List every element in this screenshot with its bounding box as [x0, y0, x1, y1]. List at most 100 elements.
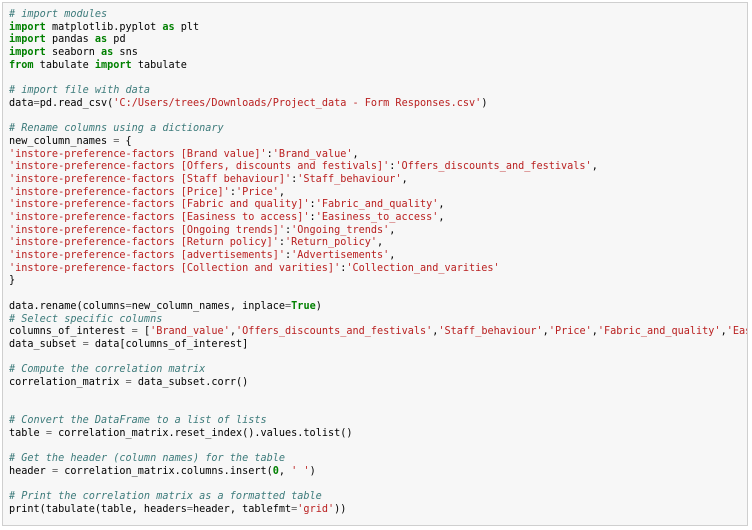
- code-token: ,: [278, 465, 292, 477]
- code-line: ​: [9, 72, 747, 85]
- code-token: columns_of_interest: [9, 326, 132, 338]
- code-token: ): [315, 300, 322, 312]
- code-line: table = correlation_matrix.reset_index()…: [9, 427, 747, 441]
- code-token: )): [334, 503, 347, 515]
- code-token: data_subset: [9, 338, 83, 350]
- code-editor[interactable]: # import modules import matplotlib.pyplot…: [9, 9, 747, 517]
- code-token: tabulate: [33, 59, 95, 71]
- code-line: ​: [9, 478, 747, 491]
- code-token: ,: [377, 237, 384, 249]
- code-token: correlation_matrix.columns.insert(: [58, 465, 273, 477]
- code-token: 'C:/Users/trees/Downloads/Project_data -…: [113, 97, 482, 109]
- code-token: ,: [389, 224, 396, 236]
- code-token: 'instore-preference-factors [Return poli…: [9, 237, 279, 249]
- code-token: ,: [352, 148, 359, 160]
- code-line: new_column_names = {: [9, 135, 747, 149]
- code-token: ): [309, 465, 316, 477]
- code-token: import: [9, 21, 46, 33]
- code-line: # Select specific columns: [9, 313, 747, 327]
- code-line: data_subset = data[columns_of_interest]: [9, 338, 747, 352]
- code-line: 'instore-preference-factors [Return poli…: [9, 237, 747, 250]
- code-token: 'Collection_and_varities': [346, 262, 500, 274]
- code-token: import: [9, 34, 46, 46]
- code-line: 'instore-preference-factors [Fabric and …: [9, 199, 747, 212]
- code-token: data: [9, 97, 34, 109]
- code-token: 'Price': [235, 186, 279, 198]
- code-token: ): [481, 97, 488, 109]
- code-token: 'Offers_discounts_and_festivals': [395, 161, 592, 173]
- code-token: from: [9, 59, 34, 71]
- code-token: ,: [438, 199, 445, 211]
- code-token: # Select specific columns: [9, 313, 163, 325]
- code-line: 'instore-preference-factors [advertiseme…: [9, 250, 747, 263]
- code-token: import: [9, 47, 46, 59]
- code-line: 'instore-preference-factors [Price]':'Pr…: [9, 186, 747, 200]
- code-token: data_subset.corr(): [131, 376, 249, 388]
- code-line: 'instore-preference-factors [Offers, dis…: [9, 161, 747, 174]
- code-token: 'instore-preference-factors [Easiness to…: [9, 212, 310, 223]
- code-token: 'Offers_discounts_and_festivals': [235, 326, 433, 338]
- code-token: print(tabulate(table, headers: [9, 503, 187, 515]
- code-token: 'grid': [297, 503, 335, 515]
- code-token: ' ': [291, 465, 310, 477]
- code-token: }: [9, 275, 16, 287]
- code-token: 'instore-preference-factors [Offers, dis…: [9, 161, 390, 173]
- code-token: correlation_matrix: [9, 376, 126, 388]
- code-token: ,: [278, 186, 286, 198]
- code-token: 'Ongoing_trends': [291, 224, 390, 236]
- code-token: pandas: [45, 34, 95, 46]
- code-token: import: [94, 59, 132, 71]
- code-token: plt: [174, 21, 200, 33]
- code-line: data.rename(columns=new_column_names, in…: [9, 300, 747, 314]
- code-line: 'instore-preference-factors [Staff behav…: [9, 173, 747, 187]
- code-token: sns: [113, 47, 138, 59]
- code-token: ,: [591, 161, 598, 173]
- code-token: 'instore-preference-factors [Brand value…: [9, 148, 267, 160]
- code-line: from tabulate import tabulate: [9, 59, 747, 73]
- code-token: {: [119, 135, 132, 147]
- code-line: # Print the correlation matrix as a form…: [9, 491, 747, 504]
- code-token: tabulate: [131, 59, 187, 71]
- code-token: 'instore-preference-factors [Fabric and …: [9, 199, 310, 211]
- code-line: # Rename columns using a dictionary: [9, 123, 747, 136]
- code-token: pd.read_csv(: [39, 97, 114, 109]
- code-line: ​: [9, 111, 747, 124]
- code-token: as: [162, 21, 175, 33]
- code-token: 'Staff_behaviour': [297, 173, 402, 185]
- code-token: # import modules: [9, 9, 108, 20]
- code-token: 'Staff_behaviour': [438, 326, 543, 338]
- code-line: import matplotlib.pyplot as plt: [9, 21, 747, 35]
- code-line: header = correlation_matrix.columns.inse…: [9, 465, 747, 479]
- code-token: correlation_matrix.reset_index().values.…: [51, 427, 353, 439]
- code-line: print(tabulate(table, headers=header, ta…: [9, 503, 747, 517]
- code-token: 'Return_policy': [285, 237, 378, 249]
- code-token: header, tablefmt: [193, 503, 292, 515]
- code-line: import seaborn as sns: [9, 47, 747, 60]
- code-token: # import file with data: [9, 85, 151, 97]
- code-token: new_column_names, inplace: [131, 300, 286, 312]
- code-token: seaborn: [45, 47, 102, 59]
- code-cell[interactable]: # import modules import matplotlib.pyplot…: [2, 2, 748, 526]
- code-line: ​: [9, 402, 747, 415]
- code-token: 'Brand_value': [272, 148, 353, 160]
- code-token: 'Advertisements': [291, 250, 390, 262]
- code-line: data=pd.read_csv('C:/Users/trees/Downloa…: [9, 97, 747, 111]
- code-line: # import modules: [9, 9, 747, 22]
- code-line: 'instore-preference-factors [Brand value…: [9, 148, 747, 162]
- code-token: True: [291, 300, 316, 312]
- code-token: # Convert the DataFrame to a list of lis…: [9, 415, 267, 426]
- code-token: as: [94, 34, 108, 46]
- code-token: pd: [107, 34, 126, 46]
- code-token: 'Brand_value': [150, 326, 230, 338]
- code-line: 'instore-preference-factors [Easiness to…: [9, 212, 747, 225]
- code-token: 'instore-preference-factors [Staff behav…: [9, 173, 292, 185]
- code-line: # import file with data: [9, 85, 747, 98]
- code-token: # Compute the correlation matrix: [9, 364, 206, 376]
- code-token: 'Fabric_and_quality': [597, 326, 721, 338]
- code-token: data[columns_of_interest]: [88, 338, 249, 350]
- code-token: header: [9, 465, 52, 477]
- code-token: 'instore-preference-factors [Collection …: [9, 262, 341, 274]
- code-token: # Print the correlation matrix as a form…: [9, 491, 322, 503]
- code-line: # Convert the DataFrame to a list of lis…: [9, 415, 747, 428]
- code-token: 'instore-preference-factors [advertiseme…: [9, 250, 286, 262]
